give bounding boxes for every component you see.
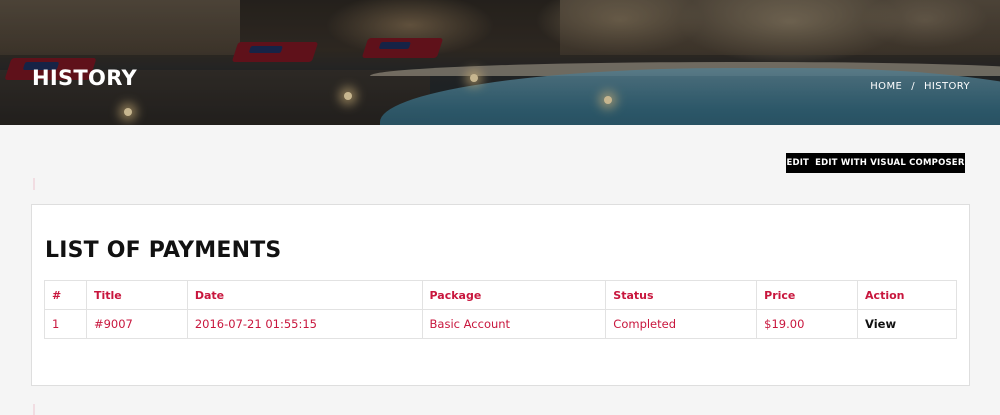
cell-title: #9007: [85, 309, 188, 339]
banner-overlay: [0, 0, 1000, 125]
payments-table: # Title Date Package Status Price Action…: [44, 280, 957, 339]
table-header-row: # Title Date Package Status Price Action: [44, 280, 957, 310]
cell-price: $19.00: [756, 309, 859, 339]
payments-heading: LIST OF PAYMENTS: [45, 238, 282, 263]
page-title: HISTORY: [32, 66, 138, 90]
edit-link[interactable]: EDIT: [786, 158, 809, 168]
payments-card: LIST OF PAYMENTS # Title Date Package St…: [31, 204, 970, 386]
cell-number: 1: [44, 309, 87, 339]
edit-visual-composer-link[interactable]: EDIT WITH VISUAL COMPOSER: [815, 158, 965, 168]
cell-package: Basic Account: [421, 309, 607, 339]
cell-date: 2016-07-21 01:55:15: [186, 309, 423, 339]
column-header-date: Date: [186, 280, 423, 310]
table-row: 1 #9007 2016-07-21 01:55:15 Basic Accoun…: [44, 309, 957, 339]
page-header-banner: HISTORY HOME / HISTORY: [0, 0, 1000, 125]
column-header-status: Status: [605, 280, 758, 310]
column-header-action: Action: [857, 280, 957, 310]
column-header-price: Price: [756, 280, 859, 310]
breadcrumb: HOME / HISTORY: [870, 81, 970, 92]
breadcrumb-current: HISTORY: [923, 81, 970, 92]
column-header-title: Title: [85, 280, 188, 310]
breadcrumb-separator: /: [911, 81, 915, 92]
column-header-package: Package: [421, 280, 607, 310]
cell-status: Completed: [605, 309, 758, 339]
decorative-mark: [33, 404, 35, 415]
breadcrumb-home-link[interactable]: HOME: [870, 81, 902, 92]
view-payment-link[interactable]: View: [857, 309, 957, 339]
column-header-number: #: [44, 280, 87, 310]
decorative-mark: [33, 178, 35, 190]
edit-with-visual-composer-button[interactable]: EDIT EDIT WITH VISUAL COMPOSER: [786, 153, 965, 173]
